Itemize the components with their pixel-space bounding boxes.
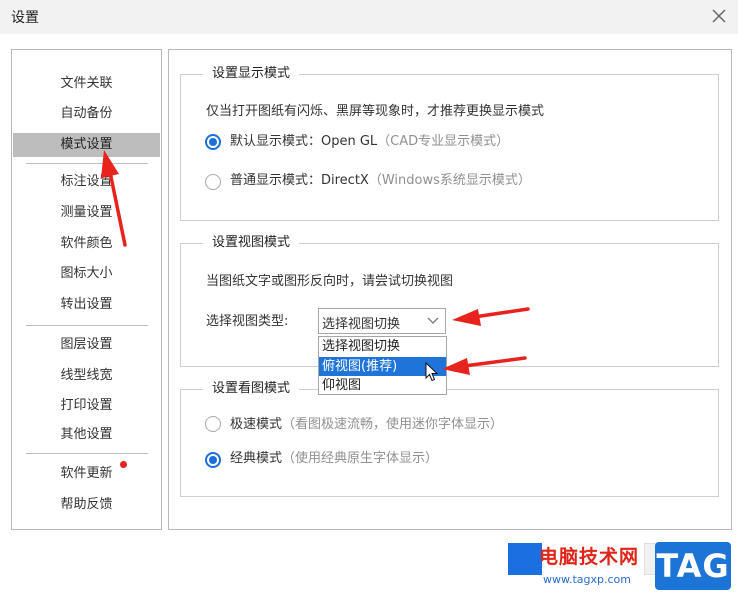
sidebar-item-mode-settings[interactable]: 模式设置 — [13, 133, 160, 157]
sidebar-item-software-color[interactable]: 软件颜色 — [12, 232, 161, 256]
view-type-select-value: 选择视图切换 — [322, 317, 401, 332]
site-watermark: 电脑技术网 www.tagxp.com TAG — [537, 540, 733, 593]
view-option-switch[interactable]: 选择视图切换 — [319, 337, 446, 356]
sidebar-divider — [26, 325, 148, 326]
view-mode-legend: 设置视图模式 — [203, 235, 300, 251]
sidebar-divider — [26, 163, 148, 164]
sidebar-item-print-settings[interactable]: 打印设置 — [12, 394, 161, 418]
window-title: 设置 — [11, 10, 39, 26]
settings-sidebar: 文件关联 自动备份 模式设置 标注设置 测量设置 软件颜色 图标大小 转出设置 … — [11, 49, 162, 530]
sidebar-item-export-settings[interactable]: 转出设置 — [12, 293, 161, 317]
update-badge-dot — [120, 461, 127, 468]
directx-hint: （Windows系统显示模式） — [368, 173, 531, 188]
sidebar-item-icon-size[interactable]: 图标大小 — [12, 262, 161, 286]
mouse-pointer-icon — [425, 362, 439, 382]
display-mode-legend: 设置显示模式 — [203, 66, 300, 82]
view-mode-description: 当图纸文字或图形反向时，请尝试切换视图 — [206, 274, 454, 289]
sidebar-item-measure-settings[interactable]: 测量设置 — [12, 201, 161, 225]
classic-mode-label: 经典模式 — [230, 451, 283, 466]
opengl-option-row[interactable]: 默认显示模式：Open GL（CAD专业显示模式） — [230, 133, 509, 151]
title-bar: 设置 — [0, 0, 738, 34]
sidebar-divider — [26, 453, 148, 454]
fast-mode-label: 极速模式 — [230, 417, 283, 432]
close-icon[interactable] — [710, 7, 728, 25]
sidebar-item-software-update[interactable]: 软件更新 — [12, 462, 161, 486]
view-type-select[interactable]: 选择视图切换 — [318, 308, 446, 334]
sidebar-item-other-settings[interactable]: 其他设置 — [12, 423, 161, 447]
opengl-label: 默认显示模式：Open GL — [230, 134, 378, 149]
sidebar-item-auto-backup[interactable]: 自动备份 — [12, 102, 161, 126]
classic-mode-option-row[interactable]: 经典模式（使用经典原生字体显示） — [230, 450, 438, 468]
chevron-down-icon — [427, 317, 439, 324]
watermark-tag-logo: TAG — [655, 542, 731, 590]
classic-mode-hint: （使用经典原生字体显示） — [282, 451, 439, 466]
view-mode-group: 设置视图模式 — [180, 235, 719, 367]
fast-mode-option-row[interactable]: 极速模式（看图极速流畅，使用迷你字体显示） — [230, 416, 503, 434]
watermark-url: www.tagxp.com — [543, 573, 631, 586]
radio-fast-mode[interactable] — [205, 416, 221, 432]
radio-opengl[interactable] — [205, 134, 221, 150]
radio-directx[interactable] — [205, 174, 221, 190]
sidebar-item-file-association[interactable]: 文件关联 — [12, 72, 161, 96]
directx-option-row[interactable]: 普通显示模式：DirectX（Windows系统显示模式） — [230, 172, 531, 190]
fast-mode-hint: （看图极速流畅，使用迷你字体显示） — [282, 417, 504, 432]
radio-classic-mode[interactable] — [205, 452, 221, 468]
view-type-label: 选择视图类型: — [206, 314, 289, 329]
sidebar-item-layer-settings[interactable]: 图层设置 — [12, 333, 161, 357]
directx-label: 普通显示模式：DirectX — [230, 173, 369, 188]
sidebar-item-linetype-width[interactable]: 线型线宽 — [12, 364, 161, 388]
sidebar-item-annotation-settings[interactable]: 标注设置 — [12, 170, 161, 194]
viewing-mode-legend: 设置看图模式 — [203, 381, 300, 397]
opengl-hint: （CAD专业显示模式） — [377, 134, 510, 149]
watermark-brand: 电脑技术网 — [539, 546, 640, 568]
sidebar-item-help-feedback[interactable]: 帮助反馈 — [12, 493, 161, 517]
viewing-mode-group: 设置看图模式 — [180, 381, 719, 497]
display-mode-description: 仅当打开图纸有闪烁、黑屏等现象时，才推荐更换显示模式 — [206, 104, 545, 119]
